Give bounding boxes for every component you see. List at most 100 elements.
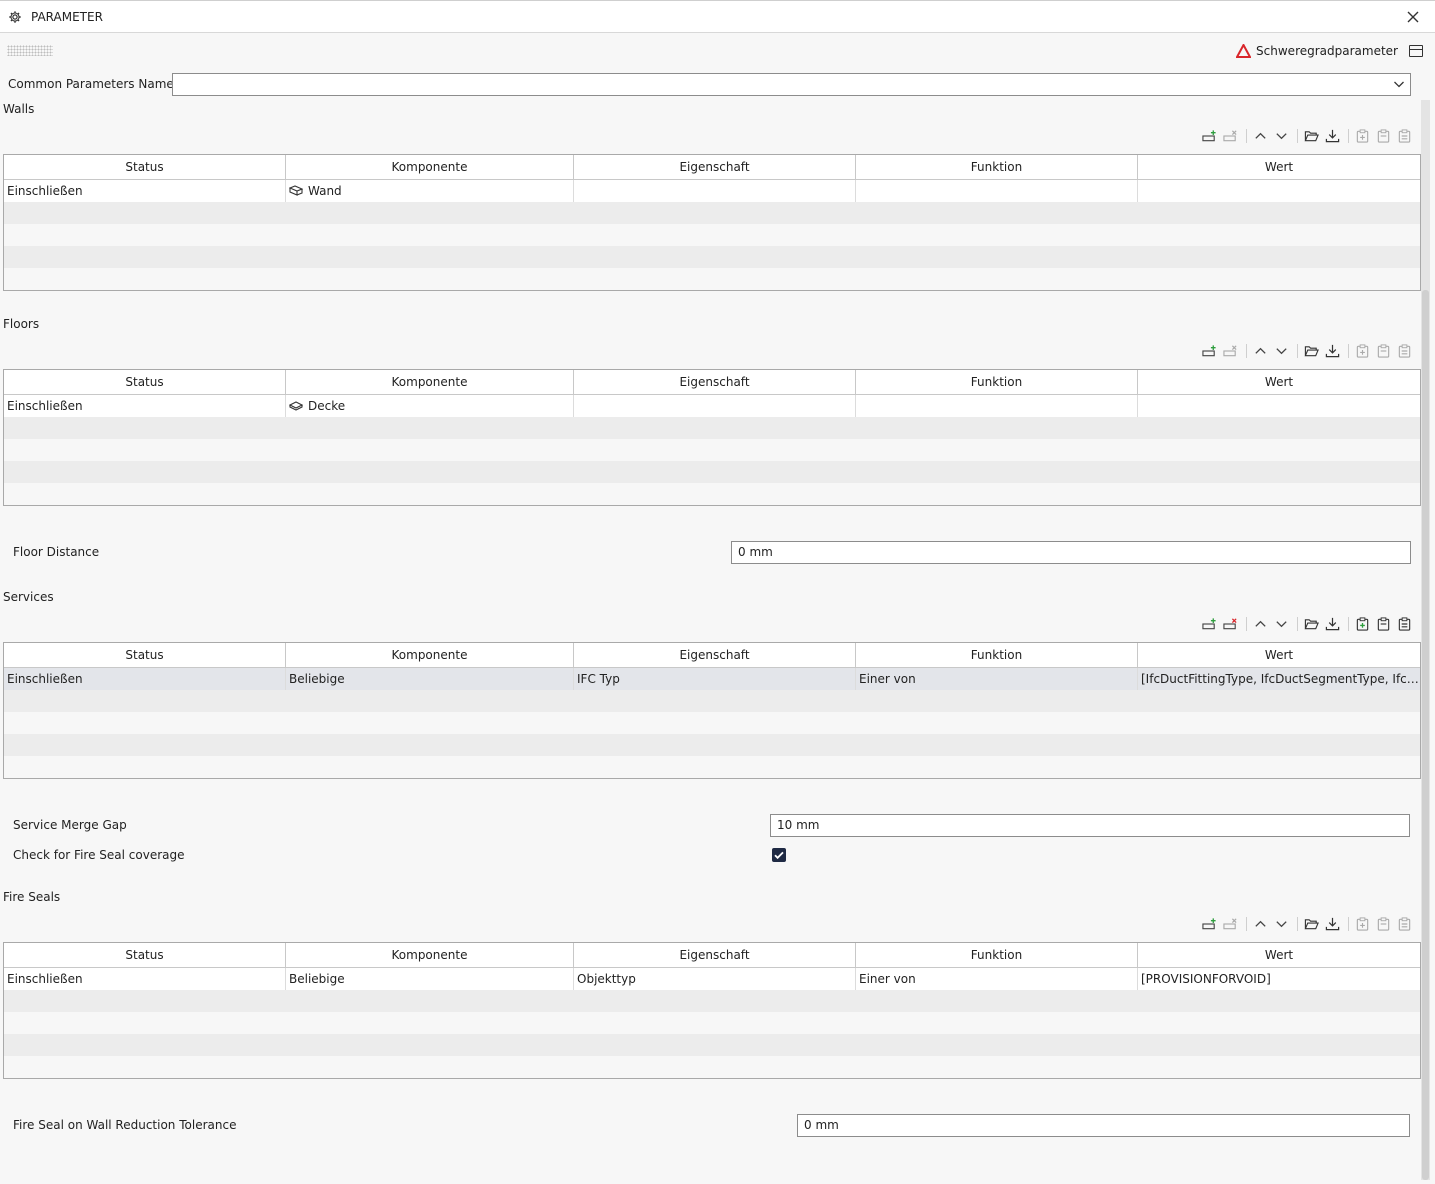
folder-open-icon[interactable]	[1304, 916, 1319, 932]
empty-row	[4, 990, 1420, 1012]
arrow-down-icon[interactable]	[1274, 616, 1289, 632]
clipboard-icon[interactable]	[1376, 616, 1391, 632]
clipboard-add-icon[interactable]	[1355, 343, 1370, 359]
download-icon[interactable]	[1325, 343, 1340, 359]
gear-icon	[9, 11, 21, 23]
column-header-status[interactable]: Status	[4, 943, 286, 967]
cell-component[interactable]: Decke	[286, 395, 574, 417]
column-header-function[interactable]: Funktion	[856, 370, 1138, 394]
arrow-down-icon[interactable]	[1274, 128, 1289, 144]
common-parameters-combo[interactable]	[172, 73, 1411, 96]
clipboard-icon[interactable]	[1376, 128, 1391, 144]
service-merge-gap-input[interactable]: 10 mm	[770, 814, 1410, 837]
drag-handle[interactable]	[7, 45, 53, 56]
clipboard-minus-icon[interactable]	[1397, 128, 1412, 144]
clipboard-icon[interactable]	[1376, 343, 1391, 359]
column-header-property[interactable]: Eigenschaft	[574, 370, 856, 394]
cell-function[interactable]: Einer von	[856, 668, 1138, 690]
table-header: Status Komponente Eigenschaft Funktion W…	[4, 155, 1420, 180]
vertical-scrollbar[interactable]	[1421, 100, 1430, 1180]
remove-row-icon[interactable]	[1223, 343, 1238, 359]
column-header-status[interactable]: Status	[4, 155, 286, 179]
cell-status[interactable]: Einschließen	[4, 180, 286, 202]
cell-property[interactable]	[574, 395, 856, 417]
arrow-up-icon[interactable]	[1253, 128, 1268, 144]
cell-status[interactable]: Einschließen	[4, 968, 286, 990]
column-header-component[interactable]: Komponente	[286, 370, 574, 394]
cell-component-label: Decke	[308, 399, 346, 413]
cell-property[interactable]: Objekttyp	[574, 968, 856, 990]
table-row[interactable]: Einschließen Beliebige IFC Typ Einer von…	[4, 668, 1420, 690]
arrow-up-icon[interactable]	[1253, 916, 1268, 932]
folder-open-icon[interactable]	[1304, 128, 1319, 144]
cell-status[interactable]: Einschließen	[4, 668, 286, 690]
clipboard-minus-icon[interactable]	[1397, 616, 1412, 632]
column-header-property[interactable]: Eigenschaft	[574, 155, 856, 179]
close-icon[interactable]	[1405, 9, 1421, 25]
cell-component[interactable]: Beliebige	[286, 968, 574, 990]
column-header-function[interactable]: Funktion	[856, 155, 1138, 179]
fire-seal-tolerance-input[interactable]: 0 mm	[797, 1114, 1410, 1137]
fire-seal-check-label: Check for Fire Seal coverage	[13, 848, 185, 862]
column-header-value[interactable]: Wert	[1138, 370, 1420, 394]
common-parameters-label: Common Parameters Name	[8, 77, 174, 91]
clipboard-minus-icon[interactable]	[1397, 343, 1412, 359]
column-header-component[interactable]: Komponente	[286, 155, 574, 179]
floor-distance-input[interactable]: 0 mm	[731, 541, 1411, 564]
clipboard-add-icon[interactable]	[1355, 128, 1370, 144]
column-header-component[interactable]: Komponente	[286, 643, 574, 667]
floor-icon	[289, 401, 303, 411]
column-header-value[interactable]: Wert	[1138, 643, 1420, 667]
remove-row-icon[interactable]	[1223, 128, 1238, 144]
column-header-property[interactable]: Eigenschaft	[574, 643, 856, 667]
remove-row-icon[interactable]	[1223, 916, 1238, 932]
cell-value[interactable]: [PROVISIONFORVOID]	[1138, 968, 1420, 990]
column-header-property[interactable]: Eigenschaft	[574, 943, 856, 967]
cell-component[interactable]: Wand	[286, 180, 574, 202]
column-header-value[interactable]: Wert	[1138, 943, 1420, 967]
cell-function[interactable]: Einer von	[856, 968, 1138, 990]
cell-property[interactable]	[574, 180, 856, 202]
clipboard-add-icon[interactable]	[1355, 916, 1370, 932]
folder-open-icon[interactable]	[1304, 343, 1319, 359]
add-row-icon[interactable]	[1202, 616, 1217, 632]
download-icon[interactable]	[1325, 616, 1340, 632]
add-row-icon[interactable]	[1202, 916, 1217, 932]
clipboard-add-icon[interactable]	[1355, 616, 1370, 632]
table-row[interactable]: Einschließen Wand	[4, 180, 1420, 202]
checkmark-icon	[774, 851, 784, 860]
remove-row-icon[interactable]	[1223, 616, 1238, 632]
fire-seal-checkbox[interactable]	[772, 848, 786, 862]
column-header-status[interactable]: Status	[4, 370, 286, 394]
column-header-function[interactable]: Funktion	[856, 643, 1138, 667]
cell-value[interactable]	[1138, 395, 1420, 417]
download-icon[interactable]	[1325, 916, 1340, 932]
arrow-up-icon[interactable]	[1253, 616, 1268, 632]
arrow-up-icon[interactable]	[1253, 343, 1268, 359]
cell-function[interactable]	[856, 180, 1138, 202]
cell-function[interactable]	[856, 395, 1138, 417]
column-header-function[interactable]: Funktion	[856, 943, 1138, 967]
table-row[interactable]: Einschließen Decke	[4, 395, 1420, 417]
add-row-icon[interactable]	[1202, 343, 1217, 359]
download-icon[interactable]	[1325, 128, 1340, 144]
cell-component[interactable]: Beliebige	[286, 668, 574, 690]
severity-parameter-link[interactable]: Schweregradparameter	[1236, 43, 1398, 59]
cell-value[interactable]	[1138, 180, 1420, 202]
clipboard-icon[interactable]	[1376, 916, 1391, 932]
arrow-down-icon[interactable]	[1274, 343, 1289, 359]
cell-status[interactable]: Einschließen	[4, 395, 286, 417]
fire-seals-table: Status Komponente Eigenschaft Funktion W…	[3, 942, 1421, 1079]
column-header-status[interactable]: Status	[4, 643, 286, 667]
table-row[interactable]: Einschließen Beliebige Objekttyp Einer v…	[4, 968, 1420, 990]
cell-value[interactable]: [IfcDuctFittingType, IfcDuctSegmentType,…	[1138, 668, 1420, 690]
column-header-component[interactable]: Komponente	[286, 943, 574, 967]
add-row-icon[interactable]	[1202, 128, 1217, 144]
clipboard-minus-icon[interactable]	[1397, 916, 1412, 932]
cell-property[interactable]: IFC Typ	[574, 668, 856, 690]
folder-open-icon[interactable]	[1304, 616, 1319, 632]
column-header-value[interactable]: Wert	[1138, 155, 1420, 179]
arrow-down-icon[interactable]	[1274, 916, 1289, 932]
scrollbar-thumb[interactable]	[1422, 290, 1429, 1180]
layout-icon[interactable]	[1409, 45, 1423, 57]
